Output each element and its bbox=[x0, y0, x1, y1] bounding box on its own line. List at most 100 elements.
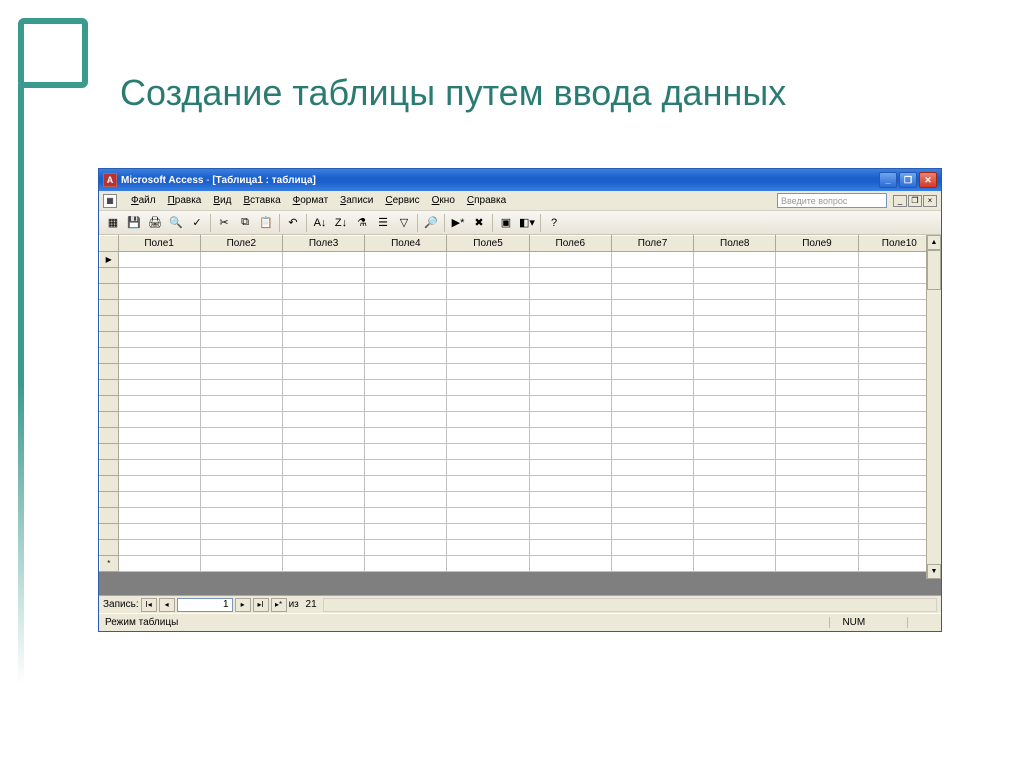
cell[interactable] bbox=[282, 444, 364, 460]
cell[interactable] bbox=[118, 300, 200, 316]
vertical-scrollbar[interactable]: ▲ ▼ bbox=[926, 235, 941, 579]
column-header-5[interactable]: Поле5 bbox=[447, 236, 529, 252]
view-icon[interactable]: ▦ bbox=[103, 213, 123, 233]
menu-справка[interactable]: Справка bbox=[461, 193, 512, 208]
cell[interactable] bbox=[529, 348, 611, 364]
cell[interactable] bbox=[200, 460, 282, 476]
cell[interactable] bbox=[200, 316, 282, 332]
cell[interactable] bbox=[611, 316, 693, 332]
cell[interactable] bbox=[776, 508, 858, 524]
row-selector[interactable] bbox=[100, 508, 119, 524]
cell[interactable] bbox=[282, 396, 364, 412]
sort-asc-icon[interactable]: A↓ bbox=[310, 213, 330, 233]
row-selector[interactable] bbox=[100, 540, 119, 556]
cell[interactable] bbox=[694, 348, 776, 364]
cell[interactable] bbox=[282, 524, 364, 540]
cell[interactable] bbox=[118, 492, 200, 508]
cell[interactable] bbox=[447, 268, 529, 284]
cell[interactable] bbox=[611, 460, 693, 476]
cell[interactable] bbox=[529, 508, 611, 524]
mdi-restore-button[interactable]: ❐ bbox=[908, 195, 922, 207]
cell[interactable] bbox=[447, 412, 529, 428]
nav-last-button[interactable]: ▸I bbox=[253, 598, 269, 612]
cell[interactable] bbox=[200, 412, 282, 428]
mdi-minimize-button[interactable]: _ bbox=[893, 195, 907, 207]
cell[interactable] bbox=[447, 444, 529, 460]
cell[interactable] bbox=[447, 476, 529, 492]
cell[interactable] bbox=[200, 540, 282, 556]
cell[interactable] bbox=[365, 316, 447, 332]
cell[interactable] bbox=[118, 332, 200, 348]
cell[interactable] bbox=[447, 508, 529, 524]
row-selector[interactable] bbox=[100, 284, 119, 300]
cell[interactable] bbox=[776, 460, 858, 476]
cell[interactable] bbox=[447, 332, 529, 348]
cell[interactable] bbox=[529, 396, 611, 412]
cell[interactable] bbox=[447, 492, 529, 508]
menu-окно[interactable]: Окно bbox=[426, 193, 461, 208]
cell[interactable] bbox=[118, 556, 200, 572]
cell[interactable] bbox=[694, 444, 776, 460]
cell[interactable] bbox=[447, 380, 529, 396]
cell[interactable] bbox=[365, 300, 447, 316]
paste-icon[interactable]: 📋 bbox=[256, 213, 276, 233]
cell[interactable] bbox=[200, 268, 282, 284]
cell[interactable] bbox=[529, 524, 611, 540]
cell[interactable] bbox=[776, 540, 858, 556]
cell[interactable] bbox=[529, 332, 611, 348]
cell[interactable] bbox=[611, 252, 693, 268]
cell[interactable] bbox=[611, 380, 693, 396]
find-icon[interactable]: 🔎 bbox=[421, 213, 441, 233]
cell[interactable] bbox=[118, 396, 200, 412]
row-selector[interactable] bbox=[100, 348, 119, 364]
cell[interactable] bbox=[282, 428, 364, 444]
cell[interactable] bbox=[776, 396, 858, 412]
cell[interactable] bbox=[365, 348, 447, 364]
cell[interactable] bbox=[776, 444, 858, 460]
close-button[interactable]: ✕ bbox=[919, 172, 937, 188]
cell[interactable] bbox=[118, 540, 200, 556]
cell[interactable] bbox=[365, 460, 447, 476]
menu-вид[interactable]: Вид bbox=[207, 193, 237, 208]
cell[interactable] bbox=[611, 396, 693, 412]
record-number-input[interactable] bbox=[177, 598, 233, 612]
cell[interactable] bbox=[447, 396, 529, 412]
nav-prev-button[interactable]: ◂ bbox=[159, 598, 175, 612]
select-all-cell[interactable] bbox=[100, 236, 119, 252]
cell[interactable] bbox=[529, 412, 611, 428]
cell[interactable] bbox=[365, 364, 447, 380]
column-header-9[interactable]: Поле9 bbox=[776, 236, 858, 252]
cell[interactable] bbox=[611, 364, 693, 380]
cell[interactable] bbox=[529, 556, 611, 572]
row-selector[interactable]: * bbox=[100, 556, 119, 572]
print-icon[interactable]: 🖨 bbox=[145, 213, 165, 233]
cell[interactable] bbox=[694, 476, 776, 492]
cell[interactable] bbox=[447, 300, 529, 316]
cell[interactable] bbox=[694, 300, 776, 316]
titlebar[interactable]: A Microsoft Access - [Таблица1 : таблица… bbox=[99, 169, 941, 191]
cell[interactable] bbox=[200, 476, 282, 492]
spellcheck-icon[interactable]: ✓ bbox=[187, 213, 207, 233]
save-icon[interactable]: 💾 bbox=[124, 213, 144, 233]
row-selector[interactable] bbox=[100, 268, 119, 284]
filter-selection-icon[interactable]: ⚗ bbox=[352, 213, 372, 233]
cell[interactable] bbox=[365, 380, 447, 396]
scroll-thumb[interactable] bbox=[927, 250, 941, 290]
cell[interactable] bbox=[611, 268, 693, 284]
cell[interactable] bbox=[529, 476, 611, 492]
cell[interactable] bbox=[118, 316, 200, 332]
cell[interactable] bbox=[694, 316, 776, 332]
row-selector[interactable] bbox=[100, 396, 119, 412]
cell[interactable] bbox=[611, 508, 693, 524]
cell[interactable] bbox=[776, 316, 858, 332]
cell[interactable] bbox=[447, 252, 529, 268]
mdi-system-icon[interactable]: ▦ bbox=[103, 194, 117, 208]
cell[interactable] bbox=[118, 412, 200, 428]
cell[interactable] bbox=[447, 540, 529, 556]
cell[interactable] bbox=[118, 476, 200, 492]
menu-сервис[interactable]: Сервис bbox=[379, 193, 425, 208]
cell[interactable] bbox=[529, 428, 611, 444]
cell[interactable] bbox=[282, 540, 364, 556]
cell[interactable] bbox=[694, 428, 776, 444]
cell[interactable] bbox=[776, 268, 858, 284]
